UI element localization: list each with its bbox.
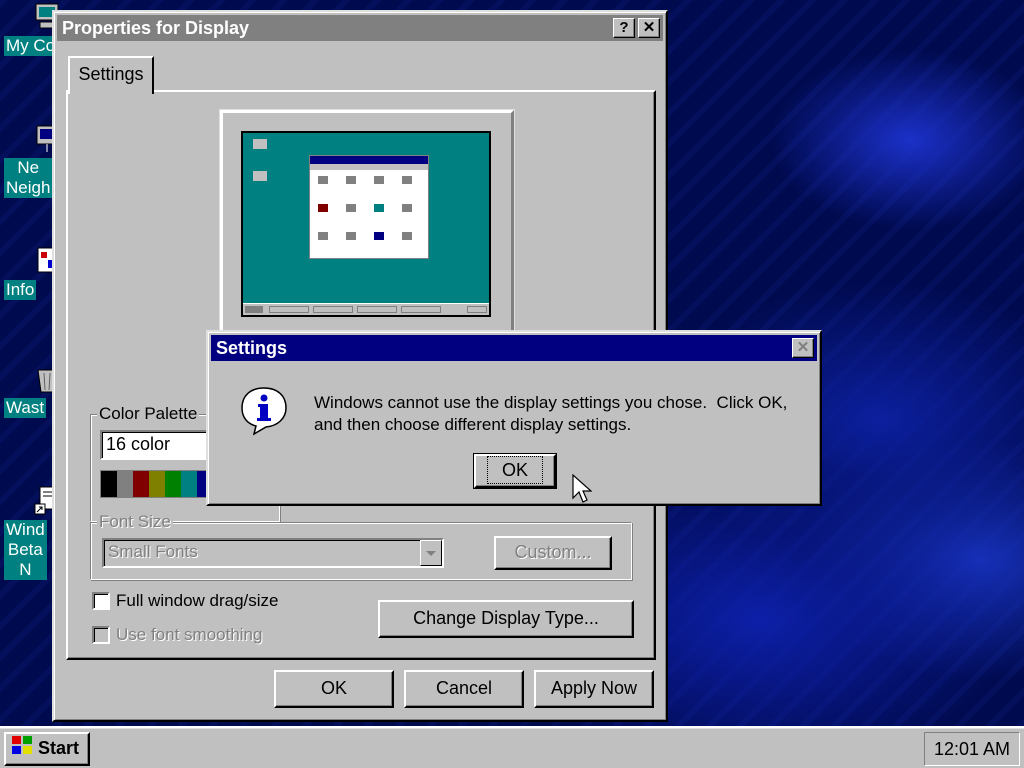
cancel-button-label: Cancel bbox=[435, 678, 493, 698]
start-label: Start bbox=[38, 738, 80, 758]
custom-font-button-label: Custom... bbox=[514, 542, 592, 562]
mini-desktop-icon bbox=[253, 171, 267, 181]
desktop-icon-label: Ne Neigh bbox=[4, 158, 53, 198]
color-swatch bbox=[133, 471, 149, 497]
dialog-message-line-1: Windows cannot use the display settings … bbox=[314, 393, 788, 412]
change-display-type-button[interactable]: Change Display Type... bbox=[378, 600, 634, 638]
tab-settings-label: Settings bbox=[78, 64, 144, 84]
apply-now-button[interactable]: Apply Now bbox=[534, 670, 654, 708]
color-swatch bbox=[101, 471, 117, 497]
font-smoothing-label: Use font smoothing bbox=[116, 625, 263, 644]
custom-font-button[interactable]: Custom... bbox=[494, 536, 612, 570]
close-button[interactable]: ✕ bbox=[638, 18, 660, 38]
desktop-icon-info[interactable]: Info bbox=[4, 246, 57, 300]
mini-desktop-icon bbox=[253, 139, 267, 149]
dropdown-arrow-button[interactable] bbox=[420, 540, 442, 566]
dialog-titlebar[interactable]: Settings ✕ bbox=[211, 335, 817, 361]
desktop-icon-label: Wast bbox=[4, 398, 47, 418]
font-size-select[interactable]: Small Fonts bbox=[102, 538, 444, 568]
start-button[interactable]: Start bbox=[4, 732, 90, 766]
desktop-icon-my-computer[interactable]: My Co bbox=[4, 2, 59, 56]
information-icon bbox=[238, 384, 290, 436]
monitor-preview bbox=[220, 110, 514, 340]
apply-now-button-label: Apply Now bbox=[550, 678, 638, 698]
help-button[interactable]: ? bbox=[613, 18, 635, 38]
system-tray: 12:01 AM bbox=[924, 732, 1020, 766]
ok-button-label: OK bbox=[320, 678, 347, 698]
desktop-icon-label: Wind Beta N bbox=[4, 520, 47, 580]
dialog-title: Settings bbox=[216, 338, 288, 358]
taskbar: Start 12:01 AM bbox=[0, 726, 1024, 768]
color-swatch bbox=[149, 471, 165, 497]
color-swatch bbox=[117, 471, 133, 497]
mini-taskbar bbox=[243, 303, 489, 315]
dialog-message: Windows cannot use the display settings … bbox=[314, 392, 814, 436]
tab-settings[interactable]: Settings bbox=[68, 56, 154, 94]
ok-button[interactable]: OK bbox=[274, 670, 394, 708]
desktop-icon-network[interactable]: Ne Neigh bbox=[4, 124, 58, 198]
font-size-legend: Font Size bbox=[97, 512, 173, 532]
font-smoothing-checkbox[interactable] bbox=[92, 626, 110, 644]
window-title: Properties for Display bbox=[62, 18, 250, 38]
desktop-icon-windows-beta[interactable]: Wind Beta N bbox=[4, 486, 57, 580]
settings-alert-dialog: Settings ✕ Windows cannot use the displa… bbox=[206, 330, 822, 506]
font-size-value: Small Fonts bbox=[108, 542, 198, 561]
clock[interactable]: 12:01 AM bbox=[934, 739, 1010, 759]
color-palette-legend: Color Palette bbox=[97, 404, 200, 424]
dialog-ok-button-label: OK bbox=[486, 456, 543, 484]
color-palette-value: 16 color bbox=[106, 434, 171, 454]
full-window-drag-label: Full window drag/size bbox=[116, 591, 279, 610]
mini-window-icons bbox=[318, 176, 412, 240]
mini-window bbox=[309, 155, 429, 259]
chevron-down-icon bbox=[426, 551, 436, 556]
windows-logo-icon bbox=[10, 734, 34, 764]
desktop-icon-wastebasket[interactable]: Wast bbox=[4, 364, 57, 418]
dialog-ok-button[interactable]: OK bbox=[473, 453, 557, 489]
monitor-screen bbox=[241, 131, 491, 317]
close-button[interactable]: ✕ bbox=[792, 338, 814, 358]
color-swatch bbox=[165, 471, 181, 497]
color-swatch bbox=[181, 471, 197, 497]
mouse-cursor-icon bbox=[572, 473, 593, 511]
change-display-type-label: Change Display Type... bbox=[413, 608, 599, 628]
desktop-icon-label: Info bbox=[4, 280, 37, 300]
full-window-drag-checkbox[interactable] bbox=[92, 592, 110, 610]
cancel-button[interactable]: Cancel bbox=[404, 670, 524, 708]
desktop-icon-label: My Co bbox=[4, 36, 58, 56]
window-titlebar[interactable]: Properties for Display ? ✕ bbox=[57, 15, 663, 41]
dialog-message-line-2: and then choose different display settin… bbox=[314, 415, 632, 434]
